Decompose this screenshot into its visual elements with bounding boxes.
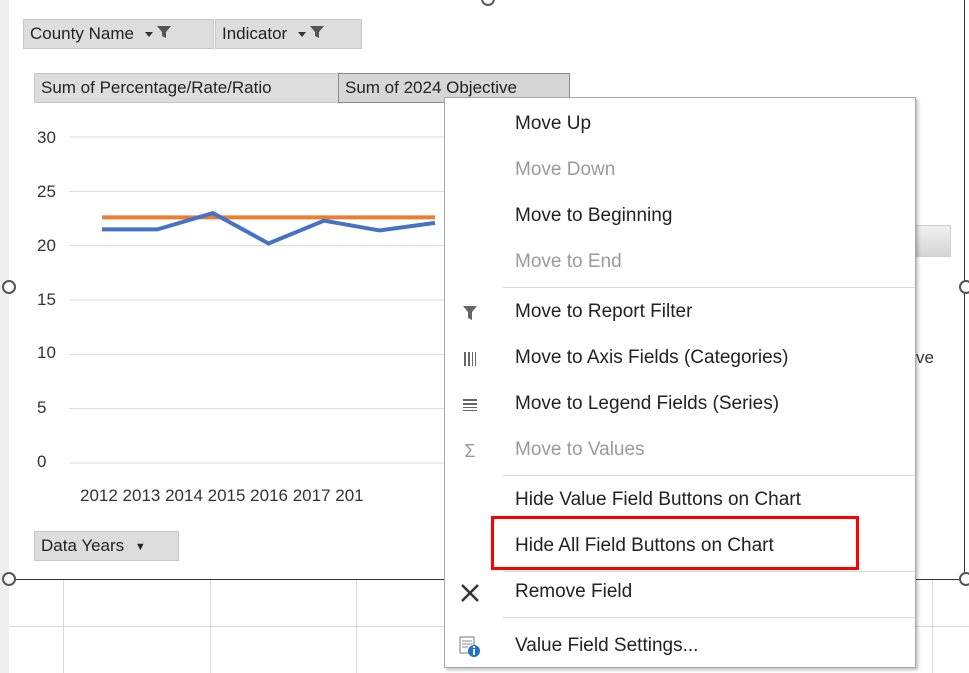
highlight-box xyxy=(491,516,859,570)
remove-x-icon xyxy=(457,579,483,607)
value-field-settings-icon xyxy=(457,633,483,661)
menu-separator xyxy=(503,617,915,618)
menu-item-move-to-legend-fields[interactable]: Move to Legend Fields (Series) xyxy=(445,385,915,425)
context-menu: Move Up Move Down Move to Beginning Move… xyxy=(444,97,916,668)
menu-item-label: Move to Axis Fields (Categories) xyxy=(515,347,789,368)
indicator-label: Indicator xyxy=(222,24,288,43)
resize-handle[interactable] xyxy=(2,280,16,294)
indicator-filter-button[interactable]: Indicator xyxy=(215,19,362,49)
menu-item-label: Move to Report Filter xyxy=(515,301,693,322)
axis-field-label: Data Years xyxy=(41,536,125,555)
y-tick-label: 20 xyxy=(37,236,56,255)
menu-separator xyxy=(503,287,915,288)
menu-item-remove-field[interactable]: Remove Field xyxy=(445,573,915,613)
legend-fields-icon xyxy=(457,391,483,419)
menu-item-hide-value-field-buttons[interactable]: Hide Value Field Buttons on Chart xyxy=(445,481,915,521)
y-tick-label: 5 xyxy=(37,398,47,417)
resize-handle[interactable] xyxy=(959,280,969,294)
menu-item-label: Move to End xyxy=(515,251,622,272)
resize-handle[interactable] xyxy=(2,572,16,586)
menu-item-label: Move to Values xyxy=(515,439,645,460)
filter-icon xyxy=(457,299,483,327)
county-name-filter-button[interactable]: County Name xyxy=(23,19,214,49)
y-tick-label: 30 xyxy=(37,128,56,147)
menu-item-label: Move Down xyxy=(515,159,616,180)
menu-item-move-to-end[interactable]: Move to End xyxy=(445,243,915,283)
menu-item-label: Remove Field xyxy=(515,581,633,602)
value-field-label: Sum of 2024 Objective xyxy=(345,78,517,97)
legend-entry-fragment: ve xyxy=(916,348,934,367)
y-tick-label: 10 xyxy=(37,343,56,362)
y-tick-label: 15 xyxy=(37,290,56,309)
x-axis-labels: 2012 2013 2014 2015 2016 2017 201 xyxy=(80,486,364,505)
menu-item-move-up[interactable]: Move Up xyxy=(445,105,915,145)
value-field-button-percentage[interactable]: Sum of Percentage/Rate/Ratio xyxy=(34,73,339,103)
data-years-axis-button[interactable]: Data Years ▼ xyxy=(34,531,179,561)
menu-item-label: Move to Legend Fields (Series) xyxy=(515,393,780,414)
county-name-label: County Name xyxy=(30,24,134,43)
y-tick-label: 0 xyxy=(37,452,47,471)
menu-item-move-to-axis-fields[interactable]: Move to Axis Fields (Categories) xyxy=(445,339,915,379)
menu-item-label: Move to Beginning xyxy=(515,205,673,226)
menu-item-move-to-values[interactable]: Σ Move to Values xyxy=(445,431,915,471)
menu-separator xyxy=(503,571,915,572)
sigma-icon: Σ xyxy=(464,440,476,461)
value-field-label: Sum of Percentage/Rate/Ratio xyxy=(41,78,272,97)
menu-item-move-to-report-filter[interactable]: Move to Report Filter xyxy=(445,293,915,333)
y-tick-label: 25 xyxy=(37,182,56,201)
menu-item-value-field-settings[interactable]: Value Field Settings... xyxy=(445,627,915,667)
menu-separator xyxy=(503,475,915,476)
filter-dropdown-icon xyxy=(296,21,326,49)
menu-item-label: Move Up xyxy=(515,113,592,134)
menu-item-move-down[interactable]: Move Down xyxy=(445,151,915,191)
menu-item-label: Value Field Settings... xyxy=(515,635,699,656)
axis-fields-icon xyxy=(457,345,483,373)
filter-dropdown-icon xyxy=(143,21,173,49)
dropdown-arrow-icon: ▼ xyxy=(134,540,146,553)
resize-handle[interactable] xyxy=(959,572,969,586)
menu-item-move-to-beginning[interactable]: Move to Beginning xyxy=(445,197,915,237)
menu-item-label: Hide Value Field Buttons on Chart xyxy=(515,489,801,510)
